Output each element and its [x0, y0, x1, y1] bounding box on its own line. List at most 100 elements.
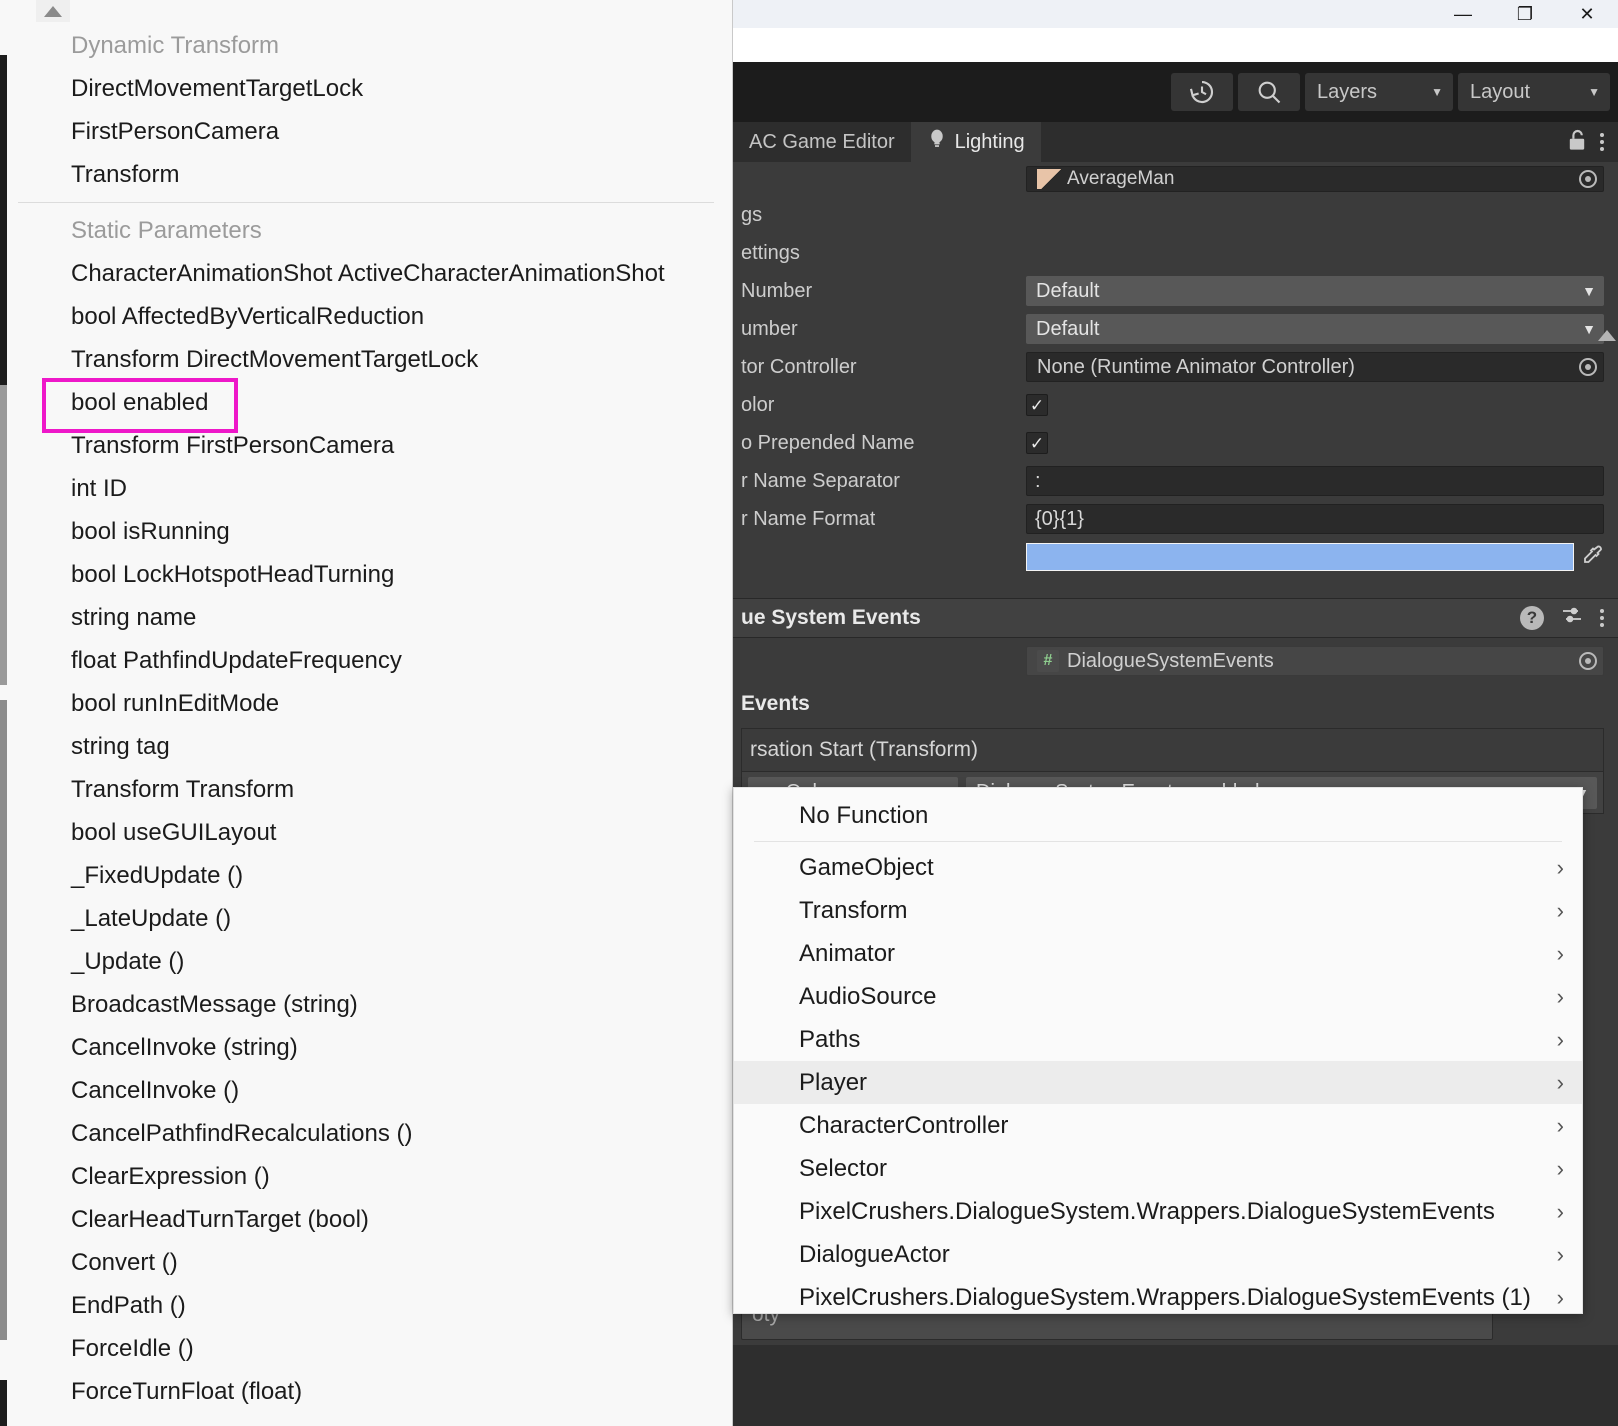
- menu-item-animator[interactable]: Animator ›: [734, 932, 1582, 975]
- name-separator-input[interactable]: :: [1026, 466, 1604, 496]
- scroll-up-arrow-icon[interactable]: [36, 0, 70, 22]
- minimize-button[interactable]: —: [1432, 0, 1494, 28]
- menu-item-transform[interactable]: Transform ›: [734, 889, 1582, 932]
- picker-item[interactable]: CancelPathfindRecalculations (): [0, 1112, 732, 1155]
- menu-item-label: Player: [799, 1068, 868, 1096]
- picker-item[interactable]: string name: [0, 596, 732, 639]
- history-icon[interactable]: [1171, 73, 1233, 111]
- menu-item-label: PixelCrushers.DialogueSystem.Wrappers.Di…: [799, 1197, 1495, 1225]
- prepended-name-checkbox[interactable]: ✓: [1026, 432, 1048, 454]
- chevron-right-icon: ›: [1556, 854, 1564, 880]
- layers-label: Layers: [1317, 80, 1378, 103]
- inspector-row-color: olor ✓: [733, 386, 1618, 424]
- color-swatch-field[interactable]: [1026, 543, 1574, 571]
- menu-divider: [754, 841, 1562, 842]
- inspector-row-name-format: r Name Format {0}{1}: [733, 500, 1618, 538]
- picker-item[interactable]: bool isRunning: [0, 510, 732, 553]
- object-picker-icon[interactable]: [1579, 170, 1597, 188]
- menu-item-dialogueactor[interactable]: DialogueActor ›: [734, 1233, 1582, 1276]
- picker-item[interactable]: Convert (): [0, 1241, 732, 1284]
- picker-item[interactable]: CharacterAnimationShot ActiveCharacterAn…: [0, 252, 732, 295]
- menu-item-gameobject[interactable]: GameObject ›: [734, 846, 1582, 889]
- menu-item-paths[interactable]: Paths ›: [734, 1018, 1582, 1061]
- help-icon[interactable]: ?: [1520, 606, 1544, 630]
- number-dropdown-2[interactable]: Default ▼: [1026, 314, 1604, 344]
- object-picker-icon[interactable]: [1579, 358, 1597, 376]
- animator-controller-field[interactable]: None (Runtime Animator Controller): [1026, 352, 1604, 382]
- color-checkbox[interactable]: ✓: [1026, 394, 1048, 416]
- picker-item[interactable]: Transform: [0, 153, 732, 196]
- inspector-row-settings-2: ettings: [733, 234, 1618, 272]
- picker-item[interactable]: string tag: [0, 725, 732, 768]
- restore-button[interactable]: ❐: [1494, 0, 1556, 28]
- menu-item-selector[interactable]: Selector ›: [734, 1147, 1582, 1190]
- picker-item[interactable]: bool LockHotspotHeadTurning: [0, 553, 732, 596]
- tab-label: AC Game Editor: [749, 130, 895, 153]
- chevron-right-icon: ›: [1556, 897, 1564, 923]
- tab-lighting[interactable]: Lighting: [910, 122, 1041, 162]
- unlock-icon[interactable]: [1566, 128, 1588, 157]
- picker-item[interactable]: _Update (): [0, 940, 732, 983]
- picker-item[interactable]: ForceIdle (): [0, 1327, 732, 1370]
- menu-item-label: DialogueActor: [799, 1240, 950, 1268]
- inspector-row-label: umber: [741, 317, 798, 340]
- menu-item-label: GameObject: [799, 853, 934, 881]
- picker-item[interactable]: CancelInvoke (string): [0, 1026, 732, 1069]
- menu-item-dialoguesystemevents[interactable]: PixelCrushers.DialogueSystem.Wrappers.Di…: [734, 1190, 1582, 1233]
- picker-item[interactable]: ForceTurnFloat (float): [0, 1370, 732, 1413]
- preset-icon[interactable]: [1560, 603, 1584, 633]
- menu-item-no-function[interactable]: No Function: [734, 794, 1582, 837]
- picker-item[interactable]: bool AffectedByVerticalReduction: [0, 295, 732, 338]
- picker-item[interactable]: BroadcastMessage (string): [0, 983, 732, 1026]
- picker-item[interactable]: _LateUpdate (): [0, 897, 732, 940]
- eyedropper-icon[interactable]: [1580, 543, 1604, 572]
- tab-ac-game-editor[interactable]: AC Game Editor: [733, 122, 911, 162]
- more-options-icon[interactable]: [1600, 609, 1604, 627]
- picker-item[interactable]: EndPath (): [0, 1284, 732, 1327]
- chevron-right-icon: ›: [1556, 1026, 1564, 1052]
- panel-edge-strip: [0, 385, 7, 685]
- chevron-right-icon: ›: [1556, 940, 1564, 966]
- chevron-right-icon: ›: [1556, 1155, 1564, 1181]
- picker-item[interactable]: float PathfindUpdateFrequency: [0, 639, 732, 682]
- picker-item[interactable]: _FixedUpdate (): [0, 854, 732, 897]
- scroll-up-arrow-icon[interactable]: [1598, 330, 1616, 341]
- picker-group-header-static: Static Parameters: [71, 216, 262, 244]
- picker-item[interactable]: int ID: [0, 467, 732, 510]
- picker-item[interactable]: ClearExpression (): [0, 1155, 732, 1198]
- picker-item[interactable]: DirectMovementTargetLock: [0, 67, 732, 110]
- picker-item[interactable]: Transform DirectMovementTargetLock: [0, 338, 732, 381]
- menu-item-player[interactable]: Player ›: [734, 1061, 1582, 1104]
- picker-item[interactable]: CancelInvoke (): [0, 1069, 732, 1112]
- picker-item[interactable]: bool runInEditMode: [0, 682, 732, 725]
- section-title: ue System Events: [741, 606, 921, 629]
- picker-item[interactable]: bool useGUILayout: [0, 811, 732, 854]
- menu-item-audiosource[interactable]: AudioSource ›: [734, 975, 1582, 1018]
- picker-item[interactable]: Transform Transform: [0, 768, 732, 811]
- parameter-picker-panel: Dynamic Transform DirectMovementTargetLo…: [0, 0, 733, 1426]
- object-picker-icon[interactable]: [1579, 652, 1597, 670]
- picker-item[interactable]: ClearHeadTurnTarget (bool): [0, 1198, 732, 1241]
- search-icon[interactable]: [1238, 73, 1300, 111]
- model-object-field[interactable]: AverageMan: [1026, 166, 1604, 192]
- number-dropdown-1[interactable]: Default ▼: [1026, 276, 1604, 306]
- inspector-object-row: AverageMan: [733, 162, 1618, 196]
- menu-item-dialoguesystemevents-1[interactable]: PixelCrushers.DialogueSystem.Wrappers.Di…: [734, 1276, 1582, 1319]
- inspector-row-name-separator: r Name Separator :: [733, 462, 1618, 500]
- inspector-row-animator-controller: tor Controller None (Runtime Animator Co…: [733, 348, 1618, 386]
- picker-item-bool-enabled[interactable]: bool enabled: [0, 378, 732, 433]
- layers-dropdown[interactable]: Layers ▼: [1305, 73, 1453, 111]
- panel-tab-bar: AC Game Editor Lighting: [733, 122, 1618, 162]
- layout-dropdown[interactable]: Layout ▼: [1458, 73, 1610, 111]
- event-title: rsation Start (Transform): [750, 738, 978, 761]
- picker-item[interactable]: FirstPersonCamera: [0, 110, 732, 153]
- chevron-down-icon: ▼: [1582, 321, 1596, 337]
- inspector-row-number-2: umber Default ▼: [733, 310, 1618, 348]
- script-object-field[interactable]: # DialogueSystemEvents: [1026, 646, 1604, 676]
- menu-item-charactercontroller[interactable]: CharacterController ›: [734, 1104, 1582, 1147]
- close-button[interactable]: ✕: [1556, 0, 1618, 28]
- more-options-icon[interactable]: [1600, 133, 1604, 151]
- lightbulb-icon: [927, 128, 947, 156]
- name-format-input[interactable]: {0}{1}: [1026, 504, 1604, 534]
- dialogue-system-events-header[interactable]: ue System Events ?: [733, 598, 1618, 638]
